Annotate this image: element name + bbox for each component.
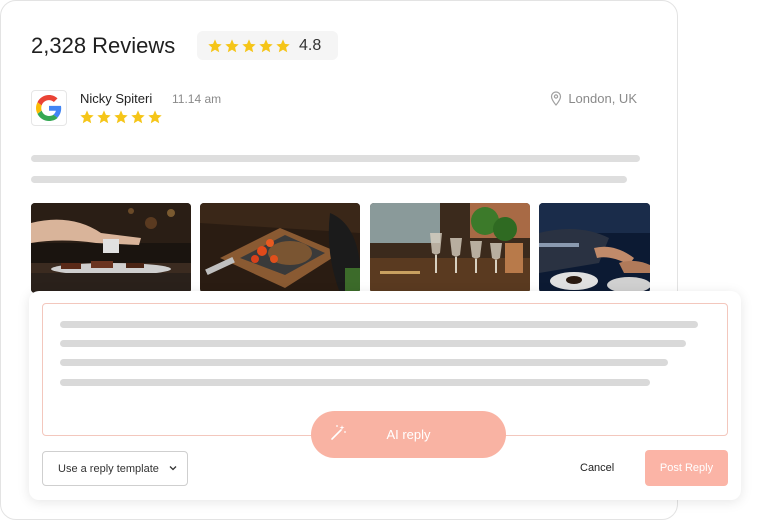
cancel-button[interactable]: Cancel — [580, 462, 614, 474]
review-location: London, UK — [550, 91, 637, 106]
review-text-placeholder — [31, 155, 640, 162]
reply-template-select[interactable]: Use a reply template — [42, 451, 188, 486]
review-photo-steak-tomatoes[interactable] — [200, 203, 360, 293]
reply-panel: AI reply Use a reply template Cancel Pos… — [29, 291, 741, 500]
star-icon — [258, 38, 274, 54]
post-reply-label: Post Reply — [659, 462, 714, 474]
review-photo-chef-plating[interactable] — [31, 203, 191, 293]
overall-rating-badge: 4.8 — [197, 31, 338, 60]
star-icon — [224, 38, 240, 54]
review-count: 2,328 Reviews — [31, 33, 176, 58]
star-icon — [207, 38, 223, 54]
review-photo-glassware[interactable] — [370, 203, 530, 293]
star-icon — [96, 109, 112, 125]
review-text-placeholder — [31, 176, 627, 183]
review-photo-plated-dishes[interactable] — [539, 203, 650, 293]
star-icon — [275, 38, 291, 54]
star-icon — [113, 109, 129, 125]
post-reply-button[interactable]: Post Reply — [645, 450, 728, 486]
magic-wand-icon — [331, 425, 346, 440]
location-pin-icon — [551, 91, 562, 106]
reply-text-placeholder — [60, 340, 686, 347]
ai-reply-button[interactable]: AI reply — [311, 411, 506, 458]
reviewer-name: Nicky Spiteri — [80, 91, 153, 106]
rating-value: 4.8 — [299, 36, 322, 54]
star-icon — [147, 109, 163, 125]
google-icon — [31, 90, 67, 126]
reviews-header: 2,328 Reviews — [31, 31, 175, 61]
reviewer-rating-stars — [79, 109, 163, 125]
star-icon — [241, 38, 257, 54]
reply-text-placeholder — [60, 321, 698, 328]
review-time: 11.14 am — [172, 92, 222, 106]
reply-text-placeholder — [60, 359, 668, 366]
reply-text-placeholder — [60, 379, 650, 386]
star-icon — [79, 109, 95, 125]
ai-reply-label: AI reply — [386, 427, 431, 442]
location-text: London, UK — [568, 91, 637, 106]
overall-rating-stars — [207, 38, 291, 54]
reply-template-label: Use a reply template — [58, 462, 159, 475]
star-icon — [130, 109, 146, 125]
chevron-down-icon — [169, 466, 177, 471]
